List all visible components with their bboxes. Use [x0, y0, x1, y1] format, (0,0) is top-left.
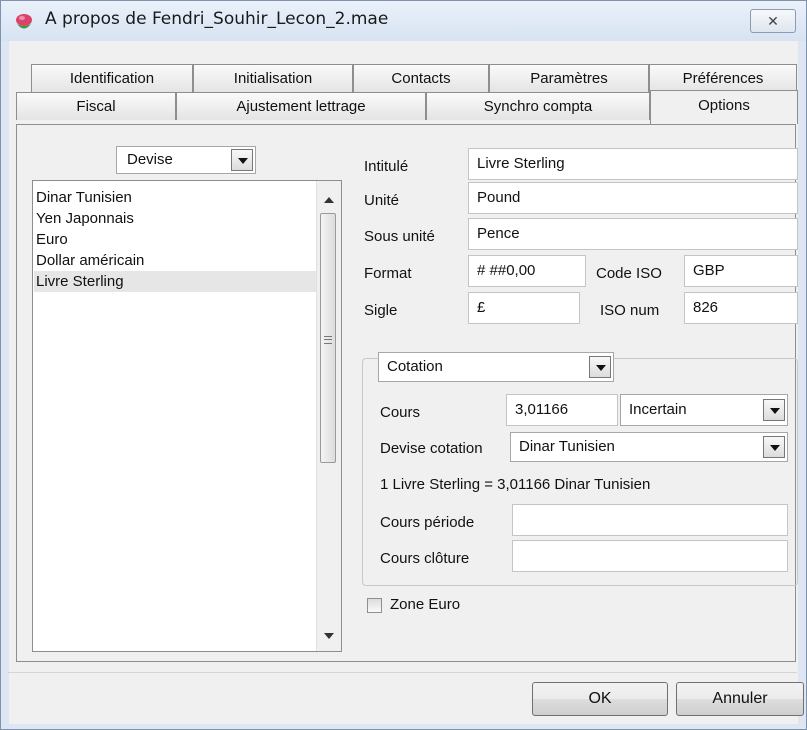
intitule-value: Livre Sterling — [477, 155, 565, 172]
currency-list[interactable]: Dinar Tunisien Yen Japonnais Euro Dollar… — [32, 180, 342, 652]
conversion-text: 1 Livre Sterling = 3,01166 Dinar Tunisie… — [380, 476, 651, 493]
scroll-down-icon[interactable] — [324, 633, 334, 639]
cours-cloture-field[interactable] — [512, 540, 788, 572]
chevron-down-icon[interactable] — [763, 436, 785, 458]
close-button[interactable]: ✕ — [750, 9, 796, 33]
tab-preferences[interactable]: Préférences — [649, 64, 797, 92]
zone-euro-label[interactable]: Zone Euro — [390, 596, 460, 613]
cours-periode-field[interactable] — [512, 504, 788, 536]
unite-field[interactable]: Pound — [468, 182, 798, 214]
ok-button[interactable]: OK — [532, 682, 668, 716]
cotation-type-select[interactable]: Cotation — [378, 352, 614, 382]
chevron-down-icon[interactable] — [763, 399, 785, 421]
unite-value: Pound — [477, 189, 521, 206]
grip-icon — [324, 336, 332, 344]
sous-unite-value: Pence — [477, 225, 520, 242]
list-item-dollar-americain[interactable]: Dollar américain — [34, 250, 316, 271]
currency-type-select[interactable]: Devise — [116, 146, 256, 174]
chevron-down-icon[interactable] — [231, 149, 253, 171]
list-item-dinar-tunisien[interactable]: Dinar Tunisien — [34, 187, 316, 208]
tab-fiscal[interactable]: Fiscal — [16, 92, 176, 120]
format-value: # ##0,00 — [477, 262, 536, 279]
cours-label: Cours — [380, 404, 421, 421]
cours-cloture-label: Cours clôture — [380, 550, 470, 567]
intitule-label: Intitulé — [364, 158, 409, 175]
format-field[interactable]: # ##0,00 — [468, 255, 586, 287]
sigle-field[interactable]: £ — [468, 292, 580, 324]
cours-field[interactable]: 3,01166 — [506, 394, 618, 426]
format-label: Format — [364, 265, 412, 282]
iso-num-label: ISO num — [600, 302, 660, 319]
cotation-type-value: Cotation — [387, 358, 443, 375]
cours-mode-select[interactable]: Incertain — [620, 394, 788, 426]
tab-initialisation[interactable]: Initialisation — [193, 64, 353, 92]
tab-options[interactable]: Options — [650, 90, 798, 124]
devise-cotation-value: Dinar Tunisien — [519, 438, 615, 455]
sous-unite-field[interactable]: Pence — [468, 218, 798, 250]
zone-euro-checkbox[interactable] — [367, 598, 382, 613]
devise-cotation-select[interactable]: Dinar Tunisien — [510, 432, 788, 462]
tab-parametres[interactable]: Paramètres — [489, 64, 649, 92]
scroll-thumb[interactable] — [320, 213, 336, 463]
unite-label: Unité — [364, 192, 400, 209]
window-title: A propos de Fendri_Souhir_Lecon_2.mae — [45, 9, 389, 29]
iso-num-field[interactable]: 826 — [684, 292, 798, 324]
intitule-field[interactable]: Livre Sterling — [468, 148, 798, 180]
scroll-up-icon[interactable] — [324, 197, 334, 203]
code-iso-value: GBP — [693, 262, 725, 279]
cancel-button[interactable]: Annuler — [676, 682, 804, 716]
list-item-yen-japonnais[interactable]: Yen Japonnais — [34, 208, 316, 229]
tab-synchro-compta[interactable]: Synchro compta — [426, 92, 650, 120]
cours-periode-label: Cours période — [380, 514, 475, 531]
cours-mode-value: Incertain — [629, 401, 687, 418]
code-iso-label: Code ISO — [596, 265, 662, 282]
devise-cotation-label: Devise cotation — [380, 440, 483, 457]
cours-value: 3,01166 — [515, 401, 569, 418]
currency-type-value: Devise — [127, 151, 173, 168]
list-item-livre-sterling[interactable]: Livre Sterling — [34, 271, 316, 292]
tab-contacts[interactable]: Contacts — [353, 64, 489, 92]
title-bar[interactable]: A propos de Fendri_Souhir_Lecon_2.mae ✕ — [1, 1, 806, 41]
code-iso-field[interactable]: GBP — [684, 255, 798, 287]
footer-divider — [8, 672, 797, 673]
tab-ajustement-lettrage[interactable]: Ajustement lettrage — [176, 92, 426, 120]
tab-identification[interactable]: Identification — [31, 64, 193, 92]
sigle-label: Sigle — [364, 302, 398, 319]
sigle-value: £ — [477, 299, 486, 316]
list-scrollbar[interactable] — [316, 181, 341, 651]
iso-num-value: 826 — [693, 299, 719, 316]
close-icon: ✕ — [767, 13, 779, 29]
chevron-down-icon[interactable] — [589, 356, 611, 378]
list-item-euro[interactable]: Euro — [34, 229, 316, 250]
app-icon — [16, 14, 32, 29]
sous-unite-label: Sous unité — [364, 228, 435, 245]
